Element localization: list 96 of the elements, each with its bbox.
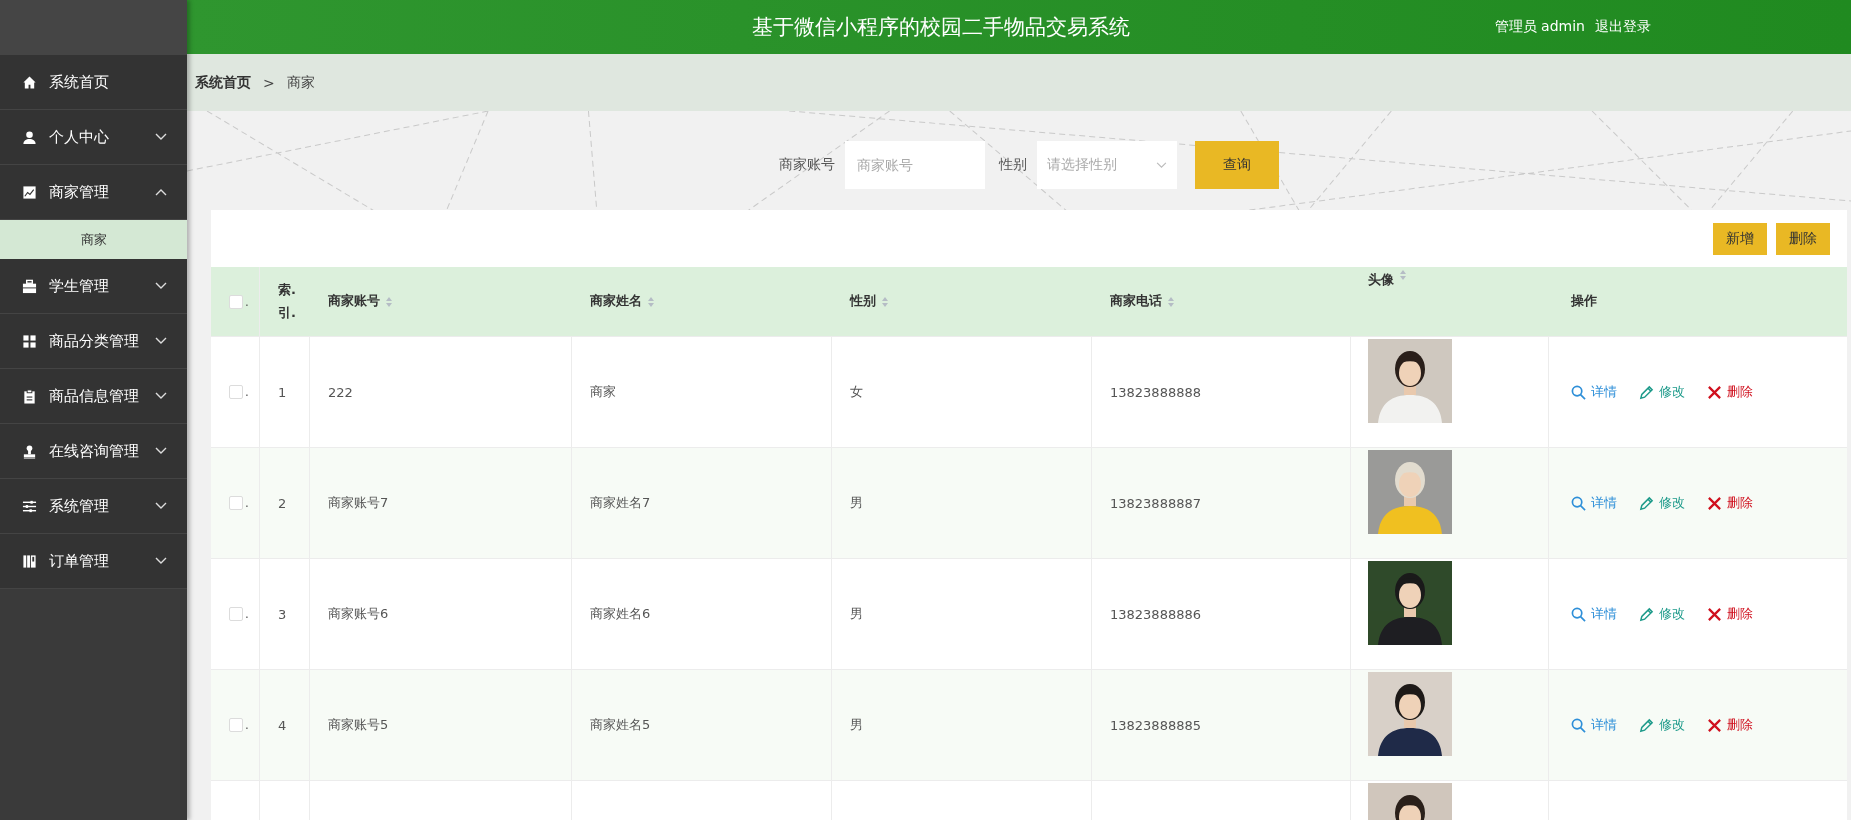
detail-link[interactable]: 详情 bbox=[1571, 716, 1617, 734]
text-input-field[interactable]: 商家账号 bbox=[845, 141, 985, 189]
search-icon bbox=[1571, 495, 1586, 511]
column-header: 商家姓名 bbox=[590, 292, 642, 311]
close-icon bbox=[1707, 717, 1722, 733]
sort-icon[interactable] bbox=[385, 295, 393, 308]
column-header: 操作 bbox=[1571, 292, 1597, 311]
menu-item[interactable]: 商品信息管理 bbox=[0, 369, 187, 424]
table-cell: 13823888888 bbox=[1110, 384, 1201, 400]
chart-icon bbox=[22, 184, 37, 200]
sort-icon[interactable] bbox=[1399, 269, 1407, 281]
breadcrumb-link[interactable]: 系统首页 bbox=[195, 73, 251, 92]
checkbox-label: . bbox=[245, 385, 249, 399]
search-icon bbox=[1571, 606, 1586, 622]
stamp-icon bbox=[22, 443, 37, 459]
row-index: 2 bbox=[278, 495, 287, 511]
column-header: 商家电话 bbox=[1110, 292, 1162, 311]
menu-item[interactable]: 商家管理 bbox=[0, 165, 187, 220]
menu-item[interactable]: 个人中心 bbox=[0, 110, 187, 165]
table-cell: 222 bbox=[328, 384, 353, 400]
menu-item[interactable]: 在线咨询管理 bbox=[0, 424, 187, 479]
table-cell: 商家账号7 bbox=[328, 494, 389, 512]
table-cell: 商家账号6 bbox=[328, 605, 389, 623]
menu-item[interactable]: 系统首页 bbox=[0, 55, 187, 110]
grid-icon bbox=[22, 333, 37, 349]
pencil-icon bbox=[1639, 384, 1654, 400]
detail-link[interactable]: 详情 bbox=[1571, 605, 1617, 623]
delete-link[interactable]: 删除 bbox=[1707, 494, 1753, 512]
search-icon bbox=[1571, 384, 1586, 400]
row-index: 4 bbox=[278, 717, 287, 733]
search-icon bbox=[1571, 717, 1586, 733]
logout-link[interactable]: 退出登录 bbox=[1595, 18, 1651, 36]
table-cell: 商家账号5 bbox=[328, 716, 389, 734]
toolbar-button[interactable]: 新增 bbox=[1713, 222, 1767, 255]
breadcrumb-link[interactable]: 商家 bbox=[286, 73, 315, 92]
menu-item[interactable]: 订单管理 bbox=[0, 534, 187, 589]
checkbox-label: . bbox=[245, 496, 249, 510]
detail-link[interactable]: 详情 bbox=[1571, 494, 1617, 512]
sort-icon[interactable] bbox=[1167, 295, 1175, 308]
detail-link[interactable]: 详情 bbox=[1571, 383, 1617, 401]
checkbox-label: . bbox=[245, 294, 249, 309]
close-icon bbox=[1707, 495, 1722, 511]
table-cell: 商家姓名6 bbox=[590, 605, 651, 623]
select-all-checkbox[interactable] bbox=[229, 294, 243, 309]
column-header: 索. 引. bbox=[278, 281, 296, 322]
row-checkbox[interactable] bbox=[229, 496, 243, 510]
table-cell: 男 bbox=[850, 494, 863, 512]
pencil-icon bbox=[1639, 717, 1654, 733]
close-icon bbox=[1707, 384, 1722, 400]
pencil-icon bbox=[1639, 606, 1654, 622]
sliders-icon bbox=[22, 498, 37, 514]
column-header: 头像 bbox=[1368, 271, 1394, 289]
app-title: 基于微信小程序的校园二手物品交易系统 bbox=[750, 14, 1131, 41]
chevron-down-icon bbox=[1156, 161, 1167, 169]
close-icon bbox=[1707, 606, 1722, 622]
table-cell: 男 bbox=[850, 716, 863, 734]
query-button[interactable]: 查询 bbox=[1195, 141, 1279, 189]
pencil-icon bbox=[1639, 495, 1654, 511]
menu-item[interactable]: 系统管理 bbox=[0, 479, 187, 534]
sort-icon[interactable] bbox=[881, 295, 889, 308]
user-name: 管理员 admin bbox=[1494, 18, 1585, 36]
table-cell: 男 bbox=[850, 605, 863, 623]
edit-link[interactable]: 修改 bbox=[1639, 383, 1685, 401]
briefcase-icon bbox=[22, 278, 37, 294]
table-cell: 商家 bbox=[590, 383, 616, 401]
row-checkbox[interactable] bbox=[229, 607, 243, 621]
home-icon bbox=[22, 74, 37, 90]
column-header: 性别 bbox=[850, 292, 876, 311]
column-header: 商家账号 bbox=[328, 292, 380, 311]
table-cell: 13823888886 bbox=[1110, 606, 1201, 622]
field-label: 性别 bbox=[999, 156, 1027, 174]
checkbox-label: . bbox=[245, 607, 249, 621]
row-checkbox[interactable] bbox=[229, 385, 243, 399]
row-checkbox[interactable] bbox=[229, 718, 243, 732]
breadcrumb-separator: > bbox=[263, 74, 275, 91]
user-icon bbox=[22, 129, 37, 145]
submenu-item[interactable]: 商家 bbox=[0, 220, 187, 259]
table-cell: 商家姓名7 bbox=[590, 494, 651, 512]
menu-item[interactable]: 商品分类管理 bbox=[0, 314, 187, 369]
checkbox-label: . bbox=[245, 718, 249, 732]
table-cell: 13823888885 bbox=[1110, 717, 1201, 733]
toolbar-button[interactable]: 删除 bbox=[1776, 222, 1830, 255]
edit-link[interactable]: 修改 bbox=[1639, 605, 1685, 623]
clipboard-icon bbox=[22, 388, 37, 404]
row-index: 3 bbox=[278, 606, 287, 622]
delete-link[interactable]: 删除 bbox=[1707, 716, 1753, 734]
table-cell: 13823888887 bbox=[1110, 495, 1201, 511]
menu-item[interactable]: 学生管理 bbox=[0, 259, 187, 314]
row-index: 1 bbox=[278, 384, 287, 400]
table-cell: 女 bbox=[850, 383, 863, 401]
delete-link[interactable]: 删除 bbox=[1707, 383, 1753, 401]
table-cell: 商家姓名5 bbox=[590, 716, 651, 734]
delete-link[interactable]: 删除 bbox=[1707, 605, 1753, 623]
books-icon bbox=[22, 553, 37, 569]
sort-icon[interactable] bbox=[647, 295, 655, 308]
field-label: 商家账号 bbox=[779, 156, 835, 174]
